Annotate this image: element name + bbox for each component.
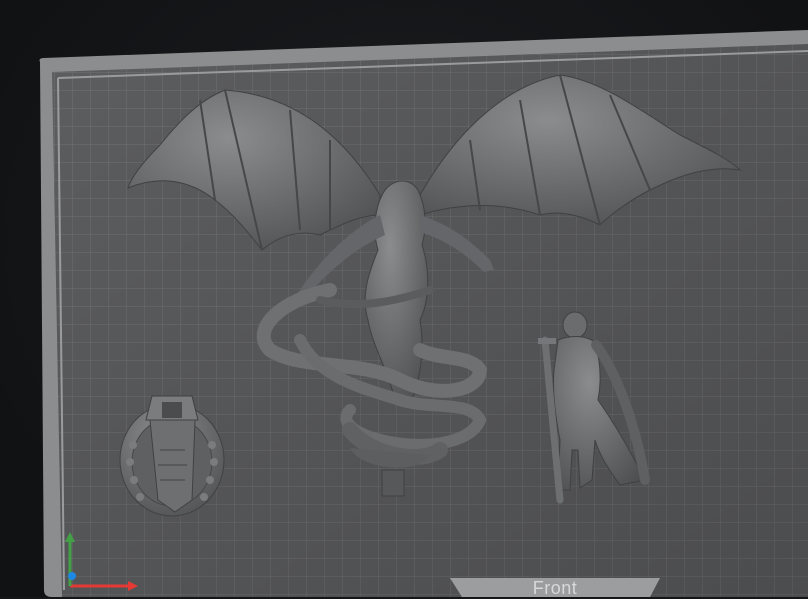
axis-z — [68, 572, 76, 580]
3d-viewport[interactable]: Front — [0, 0, 808, 597]
plate-front-label: Front — [505, 578, 605, 599]
axis-gizmo — [56, 524, 146, 594]
build-plate-scene[interactable] — [0, 0, 808, 597]
